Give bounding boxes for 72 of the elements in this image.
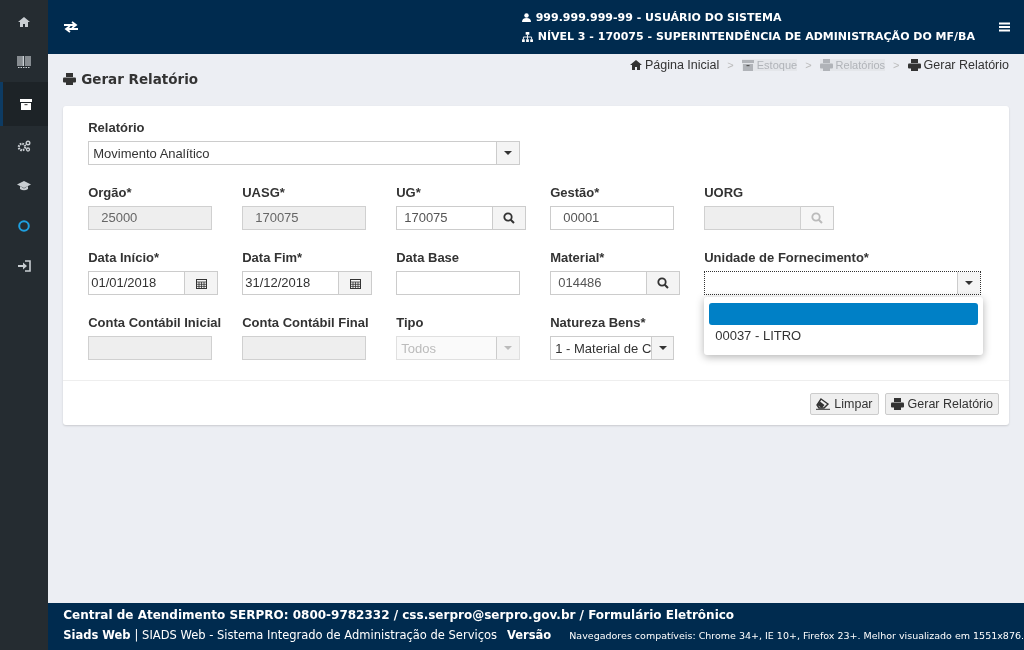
action-button[interactable]: Limpar [810,393,879,415]
caret-icon [504,346,513,350]
user-icon [521,13,531,22]
select-field[interactable]: 1 - Material de C [550,336,675,360]
search-button[interactable] [493,206,527,230]
field-label: Conta Contábil Inicial [88,315,223,330]
calendar-button[interactable] [339,271,373,295]
calendar-icon [195,277,207,289]
field-label: Orgão* [88,185,133,200]
date-field[interactable]: 01/01/2018 [88,271,186,295]
gears-icon [17,140,32,152]
field-label: Tipo [396,315,425,330]
unit-name: NÍVEL 3 - 170075 - SUPERINTENDÊNCIA DE ADMINISTRAÇÃO DO MF/BA [537,30,975,43]
barcode-icon [17,56,32,68]
printer-icon [907,59,921,71]
sidebar-item[interactable] [0,82,49,126]
app-description: | SIADS Web - Sistema Integrado de Administração de Serviços [134,628,497,642]
field-label: UORG [704,185,745,200]
breadcrumb-link[interactable]: Página Inicial [629,58,720,72]
sign-in-icon [17,260,31,272]
field-label: Material* [550,250,606,265]
printer-icon [890,398,904,410]
printer-icon [63,73,77,85]
app-name: Siads Web [63,628,131,642]
combo-field[interactable] [704,271,982,295]
text-field[interactable]: 014486 [550,271,648,295]
field-label: Unidade de Fornecimento* [704,250,870,265]
caret-icon [965,281,974,285]
field-label: Data Início* [88,250,160,265]
graduation-cap-icon [17,181,32,191]
archive-icon [741,59,754,71]
user-name: 999.999.999-99 - USUÁRIO DO SISTEMA [535,11,782,24]
version-label: Versão [507,628,552,642]
home-icon [18,17,31,27]
menu-icon[interactable] [999,22,1010,32]
select-field[interactable]: Movimento Analítico [88,141,521,165]
caret-icon [504,151,513,155]
breadcrumb-separator: > [727,59,734,71]
dropdown-option[interactable]: 00037 - LITRO [709,325,979,347]
circle-icon [18,220,31,232]
caret-icon [659,346,668,350]
text-field[interactable] [396,271,521,295]
home-icon [629,60,642,70]
breadcrumb-separator: > [893,59,900,71]
breadcrumb-separator: > [805,59,812,71]
calendar-icon [349,277,361,289]
search-icon [811,212,824,224]
field-label: UASG* [242,185,286,200]
hierarchy-icon [521,31,533,42]
page-title: Gerar Relatório [81,71,199,87]
eraser-icon [816,398,831,410]
date-field[interactable]: 31/12/2018 [242,271,340,295]
field-label: Data Base [396,250,461,265]
browser-note: Navegadores compatíveis: Chrome 34+, IE 10+, Firefox 23+. Melhor visualizado em 1551x876. [569,630,1024,641]
search-icon [657,277,670,289]
breadcrumb-link[interactable]: Gerar Relatório [907,58,1009,72]
text-field[interactable]: 00001 [550,206,675,230]
action-button[interactable]: Gerar Relatório [884,393,999,415]
field-label: Natureza Bens* [550,315,647,330]
field-label: Gestão* [550,185,601,200]
contact-text: Central de Atendimento SERPRO: 0800-9782332 / css.serpro@serpro.gov.br / Formulário Eletrônico [63,608,736,622]
field-label: UG* [396,185,422,200]
field-label: Relatório [88,120,146,135]
text-field[interactable]: 170075 [396,206,494,230]
calendar-button[interactable] [185,271,219,295]
field-label: Conta Contábil Final [242,315,370,330]
field-label: Data Fim* [242,250,304,265]
swap-arrows-icon[interactable] [64,21,79,33]
archive-icon [19,98,32,110]
printer-icon [819,59,833,71]
search-icon [503,212,516,224]
search-button[interactable] [647,271,681,295]
